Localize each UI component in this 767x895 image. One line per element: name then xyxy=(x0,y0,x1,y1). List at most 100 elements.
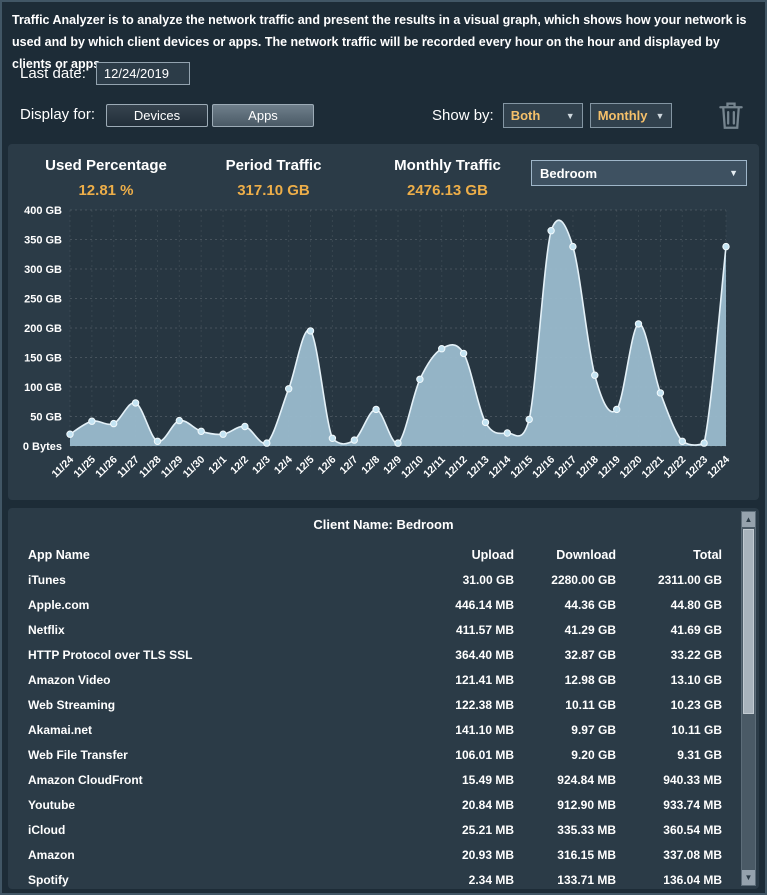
upload-cell: 122.38 MB xyxy=(455,697,514,712)
download-cell: 133.71 MB xyxy=(557,872,616,887)
app-name-cell: Spotify xyxy=(28,872,69,887)
svg-text:12/2: 12/2 xyxy=(228,454,251,477)
svg-text:12/6: 12/6 xyxy=(316,454,339,477)
total-cell: 933.74 MB xyxy=(663,797,722,812)
download-cell: 2280.00 GB xyxy=(551,572,616,587)
download-cell: 12.98 GB xyxy=(564,672,616,687)
chevron-down-icon: ▼ xyxy=(565,110,575,121)
total-cell: 44.80 GB xyxy=(670,597,722,612)
table-row: Amazon CloudFront 15.49 MB 924.84 MB 940.33… xyxy=(28,767,722,792)
period-select[interactable]: Monthly ▼ xyxy=(589,103,672,128)
total-cell: 13.10 GB xyxy=(670,672,722,687)
last-date-input[interactable] xyxy=(95,62,190,85)
svg-text:12/7: 12/7 xyxy=(337,454,360,477)
app-name-cell: Apple.com xyxy=(28,597,90,612)
upload-cell: 106.01 MB xyxy=(455,747,514,762)
svg-text:12/8: 12/8 xyxy=(359,454,382,477)
delete-data-button[interactable] xyxy=(714,98,748,132)
client-selected-value: Bedroom xyxy=(540,165,598,181)
upload-cell: 2.34 MB xyxy=(468,872,514,887)
show-by-group: Show by: Both ▼ Monthly ▼ xyxy=(432,103,672,128)
table-header-row: App Name Upload Download Total xyxy=(28,542,722,567)
total-cell: 360.54 MB xyxy=(663,822,722,837)
show-by-select[interactable]: Both ▼ xyxy=(502,103,583,128)
app-name-cell: iTunes xyxy=(28,572,66,587)
svg-text:350 GB: 350 GB xyxy=(24,235,62,247)
client-select[interactable]: Bedroom ▼ xyxy=(531,160,747,186)
svg-text:12/4: 12/4 xyxy=(272,454,295,477)
total-cell: 136.04 MB xyxy=(663,872,722,887)
svg-text:12/18: 12/18 xyxy=(574,454,601,481)
download-cell: 9.20 GB xyxy=(571,747,616,762)
controls-row: Display for: Devices Apps Show by: Both … xyxy=(2,102,765,132)
download-cell: 912.90 MB xyxy=(557,797,616,812)
svg-text:12/24: 12/24 xyxy=(705,454,732,481)
traffic-analyzer-page: Traffic Analyzer is to analyze the netwo… xyxy=(0,0,767,895)
apps-button[interactable]: Apps xyxy=(212,104,314,127)
svg-text:12/11: 12/11 xyxy=(421,454,448,481)
period-selected-value: Monthly xyxy=(597,108,648,123)
stat-monthly-traffic: Monthly Traffic 2476.13 GB xyxy=(360,157,535,199)
table-row: iTunes 31.00 GB 2280.00 GB 2311.00 GB xyxy=(28,567,722,592)
chevron-down-icon: ▼ xyxy=(655,110,665,121)
svg-text:200 GB: 200 GB xyxy=(24,323,62,335)
stat-period-traffic: Period Traffic 317.10 GB xyxy=(186,157,361,199)
svg-text:12/16: 12/16 xyxy=(530,454,557,481)
svg-text:11/25: 11/25 xyxy=(71,454,98,481)
download-cell: 924.84 MB xyxy=(557,772,616,787)
stat-value: 12.81 % xyxy=(78,182,134,199)
upload-cell: 20.93 MB xyxy=(461,847,514,862)
app-name-cell: Youtube xyxy=(28,797,76,812)
table-row: Apple.com 446.14 MB 44.36 GB 44.80 GB xyxy=(28,592,722,617)
upload-cell: 31.00 GB xyxy=(462,572,514,587)
show-by-label: Show by: xyxy=(432,107,494,124)
total-cell: 337.08 MB xyxy=(663,847,722,862)
column-header-total: Total xyxy=(693,547,722,562)
table-row: HTTP Protocol over TLS SSL 364.40 MB 32.87… xyxy=(28,642,722,667)
upload-cell: 15.49 MB xyxy=(461,772,514,787)
svg-text:11/24: 11/24 xyxy=(49,454,76,481)
scroll-down-icon[interactable]: ▼ xyxy=(742,870,755,885)
svg-text:12/14: 12/14 xyxy=(486,454,513,481)
stat-value: 2476.13 GB xyxy=(407,182,488,199)
column-header-download: Download xyxy=(556,547,616,562)
app-name-cell: Amazon xyxy=(28,847,75,862)
stat-label: Period Traffic xyxy=(225,157,322,174)
stat-used-percentage: Used Percentage 12.81 % xyxy=(16,157,196,199)
trash-icon xyxy=(719,102,743,129)
upload-cell: 446.14 MB xyxy=(455,597,514,612)
upload-cell: 20.84 MB xyxy=(461,797,514,812)
download-cell: 41.29 GB xyxy=(564,622,616,637)
display-for-label: Display for: xyxy=(20,106,96,123)
svg-text:300 GB: 300 GB xyxy=(24,264,62,276)
total-cell: 2311.00 GB xyxy=(657,572,722,587)
svg-text:12/21: 12/21 xyxy=(639,454,666,481)
svg-text:12/5: 12/5 xyxy=(294,454,317,477)
app-name-cell: HTTP Protocol over TLS SSL xyxy=(28,647,193,662)
total-cell: 9.31 GB xyxy=(677,747,722,762)
table-row: Netflix 411.57 MB 41.29 GB 41.69 GB xyxy=(28,617,722,642)
download-cell: 9.97 GB xyxy=(571,722,616,737)
table-scrollbar[interactable]: ▲ ▼ xyxy=(741,511,756,886)
stat-label: Monthly Traffic xyxy=(394,157,501,174)
chevron-down-icon: ▼ xyxy=(729,168,738,178)
svg-text:12/19: 12/19 xyxy=(596,454,623,481)
table-row: Youtube 20.84 MB 912.90 MB 933.74 MB xyxy=(28,792,722,817)
upload-cell: 364.40 MB xyxy=(455,647,514,662)
svg-text:11/29: 11/29 xyxy=(159,454,186,481)
total-cell: 10.11 GB xyxy=(671,722,722,737)
devices-button[interactable]: Devices xyxy=(106,104,208,127)
scroll-up-icon[interactable]: ▲ xyxy=(742,512,755,527)
column-header-app-name: App Name xyxy=(28,547,90,562)
total-cell: 940.33 MB xyxy=(663,772,722,787)
stat-value: 317.10 GB xyxy=(237,182,310,199)
upload-cell: 121.41 MB xyxy=(455,672,514,687)
app-name-cell: Netflix xyxy=(28,622,65,637)
last-date-label: Last date: xyxy=(20,65,86,82)
table-row: Web Streaming 122.38 MB 10.11 GB 10.23 GB xyxy=(28,692,722,717)
table-row: Akamai.net 141.10 MB 9.97 GB 10.11 GB xyxy=(28,717,722,742)
scrollbar-thumb[interactable] xyxy=(743,529,754,714)
svg-text:400 GB: 400 GB xyxy=(24,205,62,217)
app-name-cell: Web Streaming xyxy=(28,697,116,712)
svg-text:0 Bytes: 0 Bytes xyxy=(23,441,62,453)
